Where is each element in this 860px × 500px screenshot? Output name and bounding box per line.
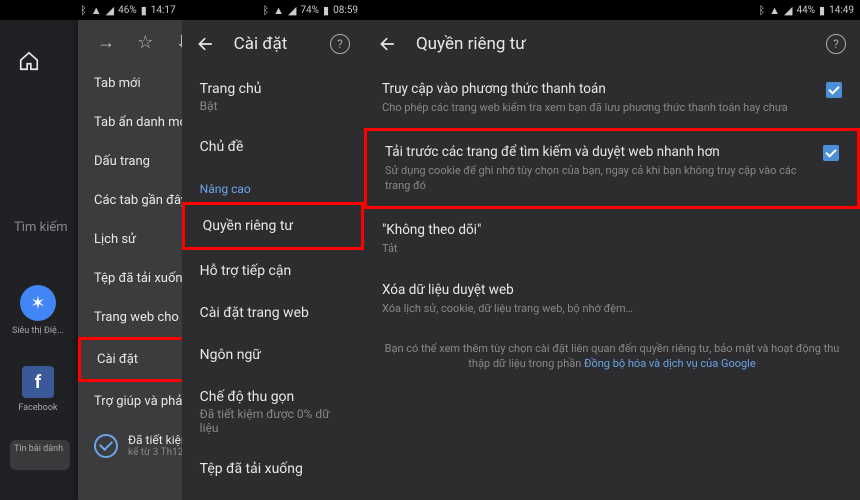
panel-chrome-menu: ᛒ ▲ ◢ 46% ▮ 14:17 Tìm kiếm ✶ Siêu thị Đi…: [0, 0, 182, 500]
setting-downloads[interactable]: Tệp đã tải xuống: [182, 448, 364, 490]
home-icon[interactable]: [18, 50, 40, 76]
bookmark-label: Siêu thị Điệ...: [12, 326, 64, 336]
data-saved-sub: kể từ 3 Th12: [128, 447, 182, 458]
battery-icon: ▮: [141, 4, 147, 17]
menu-icon-row: → ☆ ⬇ ⓘ ⟳: [78, 20, 182, 64]
star-icon[interactable]: ☆: [137, 32, 153, 53]
privacy-preload-pages[interactable]: Tải trước các trang để tìm kiếm và duyệt…: [364, 128, 860, 209]
settings-header: Cài đặt ?: [182, 20, 364, 68]
privacy-do-not-track[interactable]: "Không theo dõi" Tắt: [364, 209, 860, 269]
battery-percent: 46%: [118, 5, 137, 16]
setting-homepage[interactable]: Trang chủ Bật: [182, 68, 364, 126]
menu-data-saved[interactable]: Đã tiết kiệm 8,5 MB kể từ 3 Th12: [78, 421, 182, 470]
menu-recent-tabs[interactable]: Các tab gần đây: [78, 181, 182, 220]
signal-icon: ◢: [784, 4, 792, 17]
browser-background: Tìm kiếm ✶ Siêu thị Điệ... f Facebook Ti…: [0, 20, 80, 500]
data-saved-title: Đã tiết kiệm 8,5 MB: [128, 433, 182, 447]
menu-settings[interactable]: Cài đặt: [78, 337, 182, 382]
bluetooth-icon: ᛒ: [758, 4, 765, 17]
setting-site-settings[interactable]: Cài đặt trang web: [182, 292, 364, 334]
status-bar: ᛒ ▲ ◢ 44% ▮ 14:49: [364, 0, 860, 20]
clock: 14:17: [151, 5, 176, 16]
clock: 14:49: [829, 5, 854, 16]
menu-new-tab[interactable]: Tab mới: [78, 64, 182, 103]
menu-history[interactable]: Lịch sử: [78, 220, 182, 259]
privacy-payment-access[interactable]: Truy cập vào phương thức thanh toán Cho …: [364, 68, 860, 128]
facebook-icon: f: [22, 366, 54, 398]
checkbox-checked-icon[interactable]: [823, 145, 839, 161]
wifi-icon: ▲: [273, 4, 284, 17]
panel-privacy: ᛒ ▲ ◢ 44% ▮ 14:49 Quyền riêng tư ? Truy …: [364, 0, 860, 500]
battery-percent: 44%: [796, 5, 815, 16]
bookmark-item[interactable]: ✶ Siêu thị Điệ...: [12, 285, 64, 336]
page-title: Cài đặt: [234, 34, 312, 54]
wifi-icon: ▲: [769, 4, 780, 17]
help-icon[interactable]: ?: [330, 34, 350, 54]
menu-desktop-site[interactable]: Trang web cho máy tính: [78, 298, 182, 337]
menu-help[interactable]: Trợ giúp và phản hồi: [78, 382, 182, 421]
signal-icon: ◢: [106, 4, 114, 17]
clock: 08:59: [333, 5, 358, 16]
status-bar: ᛒ ▲ ◢ 74% ▮ 08:59: [182, 0, 364, 20]
news-card[interactable]: Tin bài dành: [10, 440, 70, 470]
page-title: Quyền riêng tư: [416, 34, 808, 54]
checkbox-checked-icon[interactable]: [826, 82, 842, 98]
back-icon[interactable]: [378, 34, 398, 54]
menu-bookmarks[interactable]: Dấu trang: [78, 142, 182, 181]
panel-settings: ᛒ ▲ ◢ 74% ▮ 08:59 Cài đặt ? Trang chủ Bậ…: [182, 0, 364, 500]
section-advanced: Nâng cao: [182, 168, 364, 202]
battery-icon: ▮: [323, 4, 329, 17]
chrome-overflow-menu: → ☆ ⬇ ⓘ ⟳ Tab mới Tab ẩn danh mới Dấu tr…: [78, 20, 182, 500]
setting-language[interactable]: Ngôn ngữ: [182, 334, 364, 376]
status-bar: ᛒ ▲ ◢ 46% ▮ 14:17: [0, 0, 182, 20]
back-icon[interactable]: [196, 34, 216, 54]
sync-services-link[interactable]: Đồng bộ hóa và dịch vụ của Google: [584, 357, 756, 370]
privacy-info-footer: Bạn có thể xem thêm tùy chọn cài đặt liê…: [364, 329, 860, 384]
setting-lite-mode[interactable]: Chế độ thu gọn Đã tiết kiệm được 0% dữ l…: [182, 376, 364, 448]
bookmark-label: Facebook: [18, 403, 57, 413]
setting-privacy[interactable]: Quyền riêng tư: [182, 202, 364, 250]
forward-icon[interactable]: →: [97, 32, 115, 53]
setting-about-chrome[interactable]: Giới thiệu về Chrome: [182, 490, 364, 500]
data-saver-icon: [94, 434, 118, 458]
setting-theme[interactable]: Chủ đề: [182, 126, 364, 168]
bookmark-item[interactable]: f Facebook: [12, 366, 64, 413]
help-icon[interactable]: ?: [826, 34, 846, 54]
search-hint[interactable]: Tìm kiếm: [14, 220, 68, 235]
bluetooth-icon: ᛒ: [262, 4, 269, 17]
setting-accessibility[interactable]: Hỗ trợ tiếp cận: [182, 250, 364, 292]
battery-percent: 74%: [300, 5, 319, 16]
bluetooth-icon: ᛒ: [80, 4, 87, 17]
signal-icon: ◢: [288, 4, 296, 17]
wifi-icon: ▲: [91, 4, 102, 17]
privacy-clear-data[interactable]: Xóa dữ liệu duyệt web Xóa lịch sử, cooki…: [364, 269, 860, 329]
battery-icon: ▮: [819, 4, 825, 17]
menu-incognito-tab[interactable]: Tab ẩn danh mới: [78, 103, 182, 142]
bookmark-icon: ✶: [20, 285, 56, 321]
menu-downloads[interactable]: Tệp đã tải xuống: [78, 259, 182, 298]
privacy-header: Quyền riêng tư ?: [364, 20, 860, 68]
